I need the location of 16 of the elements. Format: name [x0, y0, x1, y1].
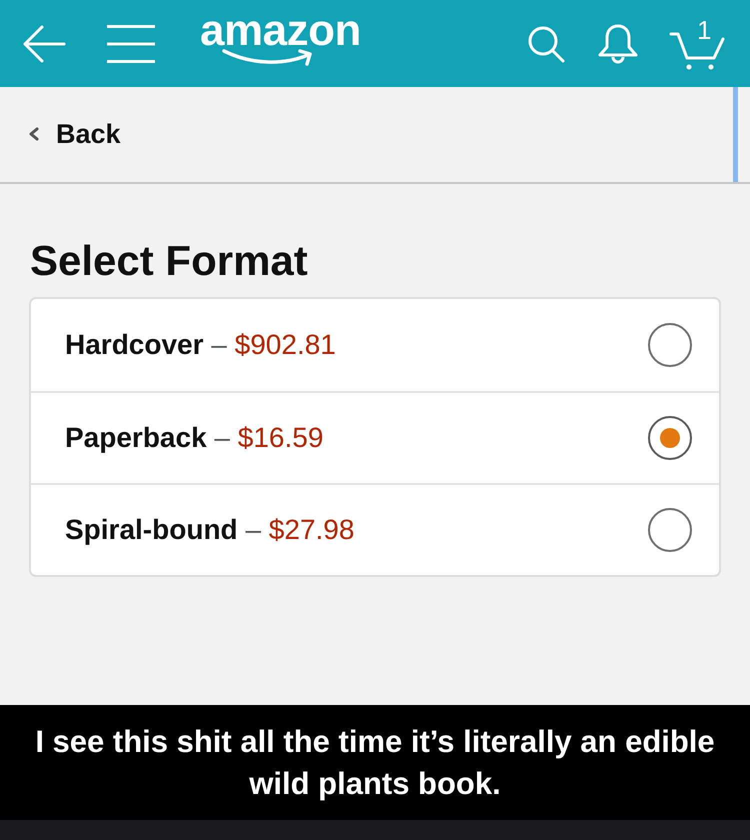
- back-link[interactable]: Back: [28, 118, 121, 150]
- menu-icon[interactable]: [107, 24, 155, 62]
- back-arrow-icon[interactable]: [22, 24, 66, 64]
- radio-button[interactable]: [648, 323, 692, 367]
- format-option-label: Spiral-bound – $27.98: [65, 513, 354, 547]
- page-heading: Select Format: [30, 236, 308, 286]
- radio-button[interactable]: [648, 416, 692, 460]
- smile-arrow-icon: [222, 48, 314, 66]
- radio-button[interactable]: [648, 508, 692, 552]
- caption-text: I see this shit all the time it’s literally an edible wild plants book.: [34, 722, 716, 802]
- format-option-label: Paperback – $16.59: [65, 421, 324, 455]
- chevron-left-icon: [28, 126, 39, 140]
- search-icon[interactable]: [527, 24, 565, 62]
- bell-icon[interactable]: [597, 22, 639, 64]
- format-option-label: Hardcover – $902.81: [65, 328, 336, 362]
- cart-count: 1: [697, 16, 712, 42]
